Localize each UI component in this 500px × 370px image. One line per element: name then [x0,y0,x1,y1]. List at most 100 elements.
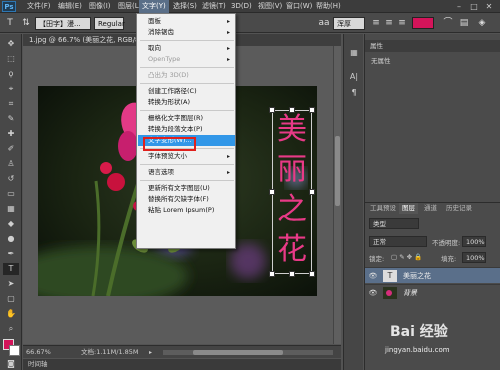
menu-item[interactable]: 语言选项 [138,167,235,178]
layer-name[interactable]: 背景 [403,285,417,301]
history-panel-icon[interactable]: ▦ [347,46,361,60]
eyedropper-tool-icon[interactable]: ✎ [3,113,19,125]
align-left-icon[interactable]: ≡ [370,16,382,30]
timeline-panel-tab[interactable]: 时间轴 [23,359,341,370]
menu-item[interactable]: 消除锯齿 [138,27,235,38]
zoom-tool-icon[interactable]: ⌕ [3,323,19,335]
menu-type[interactable]: 文字(Y) [139,0,169,13]
menu-item[interactable]: 取向 [138,43,235,54]
transform-handle[interactable] [309,189,315,195]
gradient-tool-icon[interactable]: ▦ [3,203,19,215]
transform-handle[interactable] [309,107,315,113]
properties-header: 属性 [365,40,500,52]
vertical-scrollbar[interactable] [333,46,341,344]
menu-edit[interactable]: 编辑(E) [55,0,85,13]
blur-tool-icon[interactable]: ◆ [3,218,19,230]
minimize-button[interactable]: – [452,1,466,12]
transform-handle[interactable] [269,107,275,113]
font-style-select[interactable]: Regular [94,17,125,30]
lock-icons[interactable]: ▢ ✎ ✥ 🔒 [391,253,422,261]
menu-3d[interactable]: 3D(D) [228,0,255,13]
menu-file[interactable]: 文件(F) [24,0,54,13]
warp-text-icon[interactable]: ⌒ [442,16,454,30]
move-tool-icon[interactable]: ✥ [3,38,19,50]
path-select-tool-icon[interactable]: ➤ [3,278,19,290]
text-orientation-icon[interactable]: ⇅ [20,16,32,30]
menu-item[interactable]: 替换所有欠缺字体(F) [138,194,235,205]
opacity-input[interactable]: 100% [462,236,486,247]
fill-input[interactable]: 100% [462,252,486,263]
menu-item: OpenType [148,55,181,63]
menu-item[interactable]: 栅格化文字图层(R) [138,113,235,124]
lasso-tool-icon[interactable]: ϙ [3,68,19,80]
lock-label: 锁定: [369,255,385,263]
menu-item[interactable]: 转换为段落文本(P) [138,124,235,135]
transform-handle[interactable] [269,189,275,195]
visibility-eye-icon[interactable]: 👁 [368,288,378,298]
text-layer-thumb: T [383,270,397,282]
pen-tool-icon[interactable]: ✒ [3,248,19,260]
close-window-button[interactable]: ✕ [482,1,496,12]
status-arrow-icon[interactable]: ▸ [149,349,157,356]
type-tool-icon[interactable]: T [4,16,16,30]
menu-item[interactable]: 转换为形状(A) [138,97,235,108]
tab-layers[interactable]: 图层 [399,203,418,214]
align-center-icon[interactable]: ≡ [383,16,395,30]
character-panel-icon[interactable]: A| [347,70,361,84]
font-family-select[interactable]: 【田字】漫... [35,17,91,30]
menu-item[interactable]: 字体预览大小 [138,151,235,162]
dodge-tool-icon[interactable]: ● [3,233,19,245]
antialias-select[interactable]: 浑厚 [333,17,365,30]
shape-tool-icon[interactable]: ▢ [3,293,19,305]
align-right-icon[interactable]: ≡ [396,16,408,30]
menu-select[interactable]: 选择(S) [170,0,200,13]
quick-mask-icon[interactable]: ◙ [3,359,19,369]
hand-tool-icon[interactable]: ✋ [3,308,19,320]
character-panel-icon[interactable]: ▤ [458,16,470,30]
paragraph-panel-icon[interactable]: ¶ [347,86,361,100]
healing-tool-icon[interactable]: ✚ [3,128,19,140]
crop-tool-icon[interactable]: ⌗ [3,98,19,110]
menu-window[interactable]: 窗口(W) [283,0,315,13]
layer-filter-select[interactable]: 类型 [369,218,419,229]
eraser-tool-icon[interactable]: ▭ [3,188,19,200]
zoom-level[interactable]: 66.67% [26,346,51,359]
type-tool-icon[interactable]: T [3,263,19,275]
tab-history[interactable]: 历史记录 [443,203,475,214]
transform-handle[interactable] [269,271,275,277]
layer-row-background[interactable]: 👁 背景 [365,284,500,300]
transform-handle[interactable] [309,271,315,277]
3d-icon[interactable]: ◈ [476,16,488,30]
marquee-tool-icon[interactable]: ⬚ [3,53,19,65]
quick-select-tool-icon[interactable]: ⌖ [3,83,19,95]
menu-item[interactable]: 粘贴 Lorem Ipsum(P) [138,205,235,216]
menu-image[interactable]: 图像(I) [86,0,114,13]
maximize-button[interactable]: □ [467,1,481,12]
menu-item[interactable]: 创建工作路径(C) [138,86,235,97]
horizontal-scrollbar[interactable] [163,350,333,355]
type-menu-dropdown: 面板 ▸ 消除锯齿 ▸ 取向 ▸ OpenType ▸ 凸出为 3D(D) 创建工作路径(C) 转换… [136,13,236,249]
tab-channels[interactable]: 通道 [421,203,440,214]
h-scrollbar-thumb[interactable] [193,350,283,355]
menu-bar: Ps 文件(F) 编辑(E) 图像(I) 图层(L) 文字(Y) 选择(S) 滤… [0,0,500,13]
scrollbar-thumb[interactable] [335,136,340,206]
canvas-text-char: 之 [277,192,307,227]
transform-handle[interactable] [289,107,295,113]
menu-filter[interactable]: 滤镜(T) [199,0,229,13]
tab-tool-presets[interactable]: 工具预设 [367,203,399,214]
stamp-tool-icon[interactable]: ♙ [3,158,19,170]
brush-tool-icon[interactable]: ✐ [3,143,19,155]
background-color-swatch[interactable] [9,345,20,356]
text-color-swatch[interactable] [412,17,434,29]
menu-item[interactable]: 面板 [138,16,235,27]
menu-item[interactable]: 更新所有文字图层(U) [138,183,235,194]
transform-handle[interactable] [289,271,295,277]
menu-view[interactable]: 视图(V) [255,0,285,13]
opacity-label: 不透明度: [432,239,461,247]
visibility-eye-icon[interactable]: 👁 [368,271,378,281]
layer-name[interactable]: 美丽之花 [403,268,431,284]
menu-help[interactable]: 帮助(H) [313,0,344,13]
history-brush-tool-icon[interactable]: ↺ [3,173,19,185]
layer-row-text[interactable]: 👁 T 美丽之花 [365,267,500,283]
blend-mode-select[interactable]: 正常 [369,236,427,247]
